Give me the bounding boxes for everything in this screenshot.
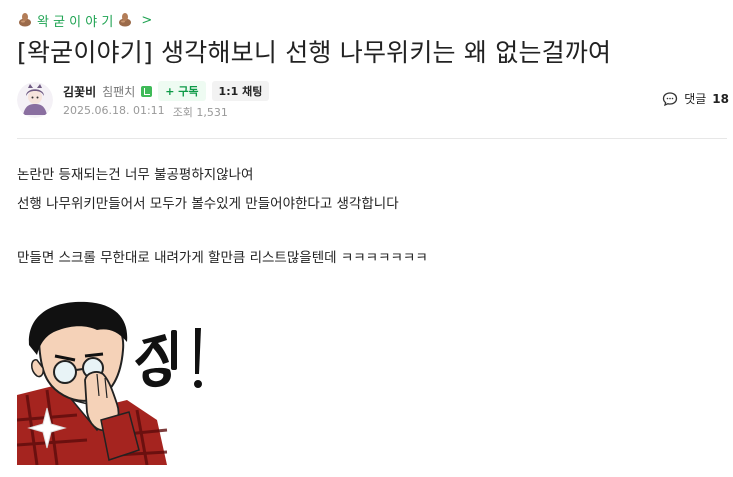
- comment-link[interactable]: 댓글 18: [662, 90, 729, 107]
- comment-count: 18: [712, 91, 729, 106]
- post-views: 조회 1,531: [172, 106, 228, 119]
- post-date: 2025.06.18. 01:11: [63, 104, 165, 117]
- category-breadcrumb[interactable]: 왁 굳 이 야 기 >: [17, 10, 152, 30]
- author-nickname[interactable]: 김꽃비: [63, 83, 96, 100]
- grade-icon: [141, 85, 153, 97]
- author-grade: 침팬치: [102, 84, 136, 99]
- chevron-right-icon: >: [141, 12, 153, 28]
- post-meta: 2025.06.18. 01:11 조회 1,531: [63, 104, 228, 120]
- chat-button[interactable]: 1:1 채팅: [211, 81, 270, 101]
- nut-icon: [19, 13, 31, 27]
- post-image: [16, 300, 212, 466]
- comment-label: 댓글: [684, 92, 707, 106]
- post-title: [왁굳이야기] 생각해보니 선행 나무위키는 왜 없는걸까여: [17, 38, 612, 67]
- article: 왁 굳 이 야 기 > [왁굳이야기] 생각해보니 선행 나무위키는 왜 없는걸…: [16, 0, 733, 477]
- post-body-line: 만들면 스크롤 무한대로 내려가게 할만큼 리스트많을텐데 ㅋㅋㅋㅋㅋㅋㅋ: [17, 250, 428, 266]
- divider: [17, 138, 727, 139]
- author-row: 김꽃비 침팬치 + 구독 1:1 채팅: [63, 80, 270, 102]
- avatar[interactable]: [17, 82, 53, 118]
- post-body-line: 선행 나무위키만들어서 모두가 볼수있게 만들어야한다고 생각합니다: [17, 196, 399, 212]
- nut-icon: [119, 13, 132, 27]
- category-label: 왁 굳 이 야 기: [37, 14, 114, 30]
- subscribe-button[interactable]: + 구독: [158, 81, 206, 101]
- comment-icon: [663, 91, 678, 106]
- post-body-line: 논란만 등재되는건 너무 불공평하지않나여: [17, 167, 254, 183]
